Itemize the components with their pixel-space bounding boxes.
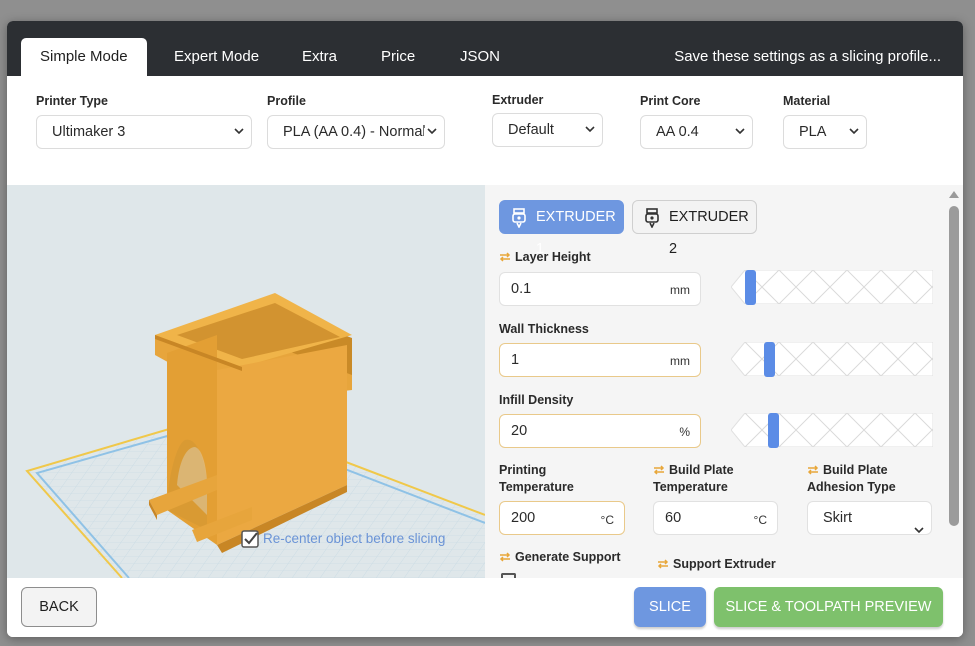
build-plate-adhesion-select[interactable]: Skirt	[807, 501, 932, 535]
layer-height-value: 0.1	[511, 281, 532, 297]
infill-density-label: Infill Density	[499, 393, 574, 407]
material-label: Material	[783, 94, 831, 108]
print-core-select[interactable]: AA 0.4	[640, 115, 753, 149]
infill-density-unit: %	[679, 425, 690, 439]
wall-thickness-slider[interactable]	[730, 341, 934, 377]
build-plate-adhesion-label: Build Plate Adhesion Type	[807, 463, 896, 494]
recenter-checkbox[interactable]: Re-center object before slicing	[241, 530, 446, 548]
tab-price[interactable]: Price	[362, 38, 434, 76]
wall-thickness-slider-thumb[interactable]	[764, 342, 775, 377]
link-arrows-icon	[499, 552, 511, 562]
chevron-down-icon	[424, 128, 444, 137]
material-select[interactable]: PLA	[783, 115, 867, 149]
generate-support-label: Generate Support	[499, 549, 621, 566]
layer-height-label: Layer Height	[499, 249, 591, 266]
printer-type-select[interactable]: Ultimaker 3	[36, 115, 252, 149]
extruder-icon	[645, 208, 659, 228]
infill-density-slider-thumb[interactable]	[768, 413, 779, 448]
layer-height-unit: mm	[670, 283, 690, 297]
chevron-down-icon	[735, 128, 745, 137]
build-plate-temperature-unit: °C	[753, 513, 767, 527]
tab-extra[interactable]: Extra	[283, 38, 356, 76]
chevron-down-icon	[849, 128, 859, 137]
back-button[interactable]: BACK	[21, 587, 97, 627]
layer-height-slider-thumb[interactable]	[745, 270, 756, 305]
chevron-down-icon	[234, 128, 244, 137]
slice-toolpath-preview-button[interactable]: SLICE & TOOLPATH PREVIEW	[714, 587, 943, 627]
scrollbar-thumb[interactable]	[949, 206, 959, 526]
extruder-label: Extruder	[492, 93, 544, 107]
extruder-value: Default	[508, 122, 554, 138]
layer-height-slider[interactable]	[730, 269, 934, 305]
tab-json[interactable]: JSON	[441, 38, 519, 76]
material-value: PLA	[799, 124, 827, 140]
infill-density-slider[interactable]	[730, 412, 934, 448]
printer-type-label: Printer Type	[36, 94, 109, 108]
support-extruder-label: Support Extruder	[657, 556, 776, 573]
chevron-down-icon	[914, 514, 924, 534]
printing-temperature-value: 200	[511, 510, 536, 526]
infill-density-value: 20	[511, 423, 528, 439]
build-plate-temperature-value: 60	[665, 510, 682, 526]
extruder-select[interactable]: Default	[492, 113, 603, 147]
slider-track	[730, 269, 934, 305]
dialog-footer: BACK SLICE SLICE & TOOLPATH PREVIEW	[7, 578, 963, 637]
slicer-dialog: Simple Mode Expert Mode Extra Price JSON…	[7, 21, 963, 637]
build-plate-temperature-label: Build Plate Temperature	[653, 463, 734, 494]
extruder-1-button[interactable]: EXTRUDER 1	[499, 200, 624, 257]
extruder-2-button[interactable]: EXTRUDER 2	[632, 200, 757, 257]
extruder-2-label: EXTRUDER 2	[669, 209, 749, 257]
extruder-icon	[512, 208, 526, 228]
printing-temperature-label: Printing Temperature	[499, 463, 574, 494]
profile-label: Profile	[267, 94, 306, 108]
wall-thickness-unit: mm	[670, 354, 690, 368]
build-plate-temperature-input[interactable]: 60 °C	[653, 501, 778, 535]
slider-track	[730, 341, 934, 377]
printer-type-value: Ultimaker 3	[52, 124, 126, 140]
build-plate-adhesion-value: Skirt	[823, 510, 852, 526]
printing-temperature-input[interactable]: 200 °C	[499, 501, 625, 535]
save-slicing-profile-link[interactable]: Save these settings as a slicing profile…	[674, 38, 941, 76]
model-preview-canvas	[25, 293, 485, 578]
link-arrows-icon	[657, 559, 669, 569]
tab-simple-mode[interactable]: Simple Mode	[21, 38, 147, 76]
checkbox-checked-icon	[241, 530, 259, 548]
wall-thickness-value: 1	[511, 352, 520, 368]
scroll-up-arrow-icon[interactable]	[949, 191, 959, 198]
link-arrows-icon	[653, 465, 665, 475]
link-arrows-icon	[807, 465, 819, 475]
settings-panel: EXTRUDER 1 EXTRUDER 2 Layer Height 0.1 m…	[485, 185, 963, 578]
wall-thickness-label: Wall Thickness	[499, 322, 589, 336]
slider-track	[730, 412, 934, 448]
model-viewport[interactable]: Re-center object before slicing	[7, 185, 485, 578]
slice-button[interactable]: SLICE	[634, 587, 706, 627]
tab-bar: Simple Mode Expert Mode Extra Price JSON…	[7, 21, 963, 76]
infill-density-input[interactable]: 20 %	[499, 414, 701, 448]
print-core-label: Print Core	[640, 94, 701, 108]
profile-select[interactable]: PLA (AA 0.4) - Normal	[267, 115, 445, 149]
print-core-value: AA 0.4	[656, 124, 699, 140]
profile-value: PLA (AA 0.4) - Normal	[283, 124, 426, 140]
chevron-down-icon	[585, 126, 595, 135]
layer-height-input[interactable]: 0.1 mm	[499, 272, 701, 306]
printing-temperature-unit: °C	[600, 513, 614, 527]
wall-thickness-input[interactable]: 1 mm	[499, 343, 701, 377]
link-arrows-icon	[499, 252, 511, 262]
settings-scrollbar[interactable]	[949, 191, 959, 578]
recenter-label: Re-center object before slicing	[263, 531, 446, 546]
tab-expert-mode[interactable]: Expert Mode	[155, 38, 278, 76]
